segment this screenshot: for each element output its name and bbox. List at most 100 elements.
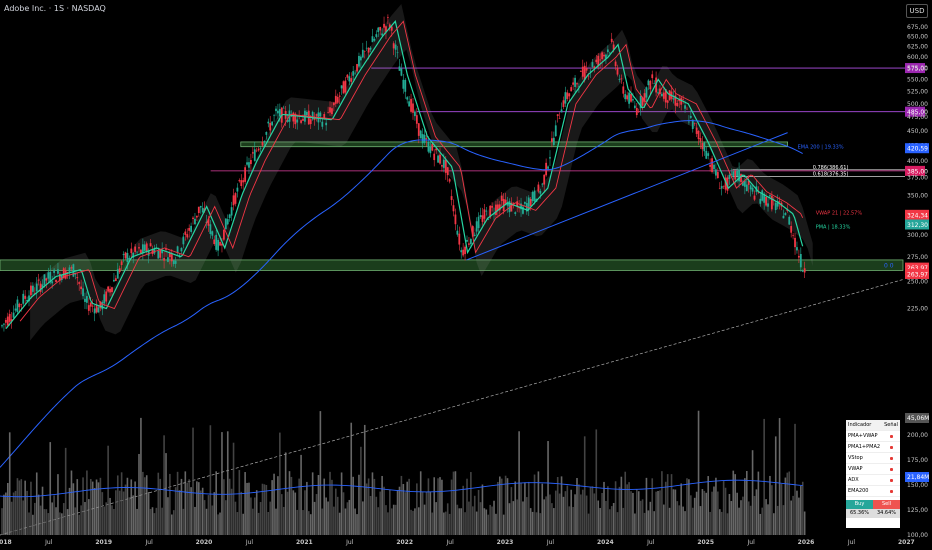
candle-body <box>373 38 376 41</box>
volume-bar <box>720 511 723 535</box>
volume-bar <box>217 514 219 535</box>
volume-bar <box>333 506 335 535</box>
volume-bar <box>674 489 677 535</box>
candle-body <box>86 296 88 303</box>
volume-bar <box>622 507 625 535</box>
candle-body <box>95 304 98 313</box>
volume-bar <box>280 494 283 535</box>
candle-body <box>30 285 32 296</box>
volume-bar <box>34 502 36 535</box>
candle-body <box>442 159 445 168</box>
candle-body <box>43 274 46 285</box>
currency-button[interactable]: USD <box>906 4 928 18</box>
candle-body <box>3 323 5 325</box>
chart-root: { "header": { "title": "Adobe Inc. · 1S … <box>0 0 932 550</box>
fib-level-label: 0.618(376.35) <box>813 172 849 178</box>
candle-body <box>107 286 110 292</box>
volume-bar <box>570 489 573 535</box>
volume-ma-label: 21,84M <box>907 474 929 481</box>
candle-body <box>240 180 243 186</box>
candle-body <box>684 105 686 109</box>
volume-bar <box>375 496 378 535</box>
candle-body <box>699 138 702 142</box>
volume-bar <box>462 485 464 535</box>
candle-body <box>118 268 121 273</box>
candle-body <box>477 216 480 229</box>
candle-body <box>464 246 466 255</box>
volume-bar <box>433 477 436 535</box>
signal-dot <box>889 467 893 471</box>
candle-body <box>275 108 277 112</box>
volume-bar <box>499 476 501 535</box>
volume-bar <box>43 509 46 535</box>
volume-bar <box>587 513 590 535</box>
x-tick-label: 2026 <box>798 539 815 546</box>
candle-body <box>338 95 341 97</box>
candle-body <box>632 99 634 101</box>
candle-body <box>672 98 675 100</box>
candle-body <box>446 167 449 176</box>
candle-body <box>606 49 609 53</box>
candle-body <box>122 254 125 256</box>
candle-body <box>713 164 715 170</box>
volume-bar <box>84 502 86 535</box>
candle-body <box>379 26 382 31</box>
price-chart[interactable]: 575,00485,00385,000.786(386.61)0.618(376… <box>0 0 932 550</box>
candle-body <box>273 115 275 117</box>
candle-body <box>512 202 515 204</box>
volume-bar <box>454 471 457 535</box>
candle-body <box>774 202 777 211</box>
volume-bar <box>771 485 773 535</box>
candle-body <box>172 260 175 265</box>
candle-body <box>591 62 594 67</box>
candle-body <box>89 302 92 307</box>
volume-bar <box>302 510 304 535</box>
candle-body <box>491 206 493 208</box>
candle-body <box>433 153 436 161</box>
candle-body <box>369 47 372 50</box>
candle-body <box>759 198 762 204</box>
candle-body <box>140 249 142 254</box>
volume-bar <box>703 490 706 535</box>
candle-body <box>230 207 233 216</box>
candle-body <box>705 150 708 159</box>
volume-bar <box>207 495 210 535</box>
volume-bar <box>419 471 422 535</box>
volume-bar <box>32 514 34 535</box>
volume-bar <box>774 436 777 535</box>
candle-body <box>610 38 613 42</box>
volume-bar <box>734 474 737 535</box>
candle-body <box>348 76 351 82</box>
candle-body <box>404 79 407 92</box>
volume-bar <box>88 499 90 535</box>
candle-body <box>105 291 108 302</box>
x-tick-label: 2022 <box>396 539 413 546</box>
candle-body <box>300 120 302 123</box>
volume-bar <box>213 492 216 535</box>
y-tick-label: 450,00 <box>907 128 928 135</box>
volume-bar <box>387 512 389 535</box>
candle-body <box>481 215 484 222</box>
volume-bar <box>477 489 480 535</box>
volume-bar <box>448 513 451 535</box>
volume-bar <box>788 471 791 535</box>
candle-body <box>278 109 281 117</box>
buy-label: Buy <box>846 500 873 509</box>
volume-bar <box>188 479 190 535</box>
volume-bar <box>699 506 702 535</box>
candle-body <box>138 247 140 249</box>
x-tick-label: 2025 <box>697 539 714 546</box>
candle-body <box>80 286 83 290</box>
volume-bar <box>800 485 802 535</box>
candle-body <box>456 230 459 235</box>
volume-bar <box>510 487 513 535</box>
volume-bar <box>180 478 183 535</box>
volume-bar <box>396 490 399 535</box>
volume-bar <box>329 471 331 535</box>
volume-bar <box>508 503 511 535</box>
volume-bar <box>724 487 727 535</box>
candle-body <box>352 71 355 76</box>
candle-body <box>228 214 231 218</box>
x-tick-label: Jul <box>646 539 655 546</box>
x-tick-label: Jul <box>245 539 254 546</box>
